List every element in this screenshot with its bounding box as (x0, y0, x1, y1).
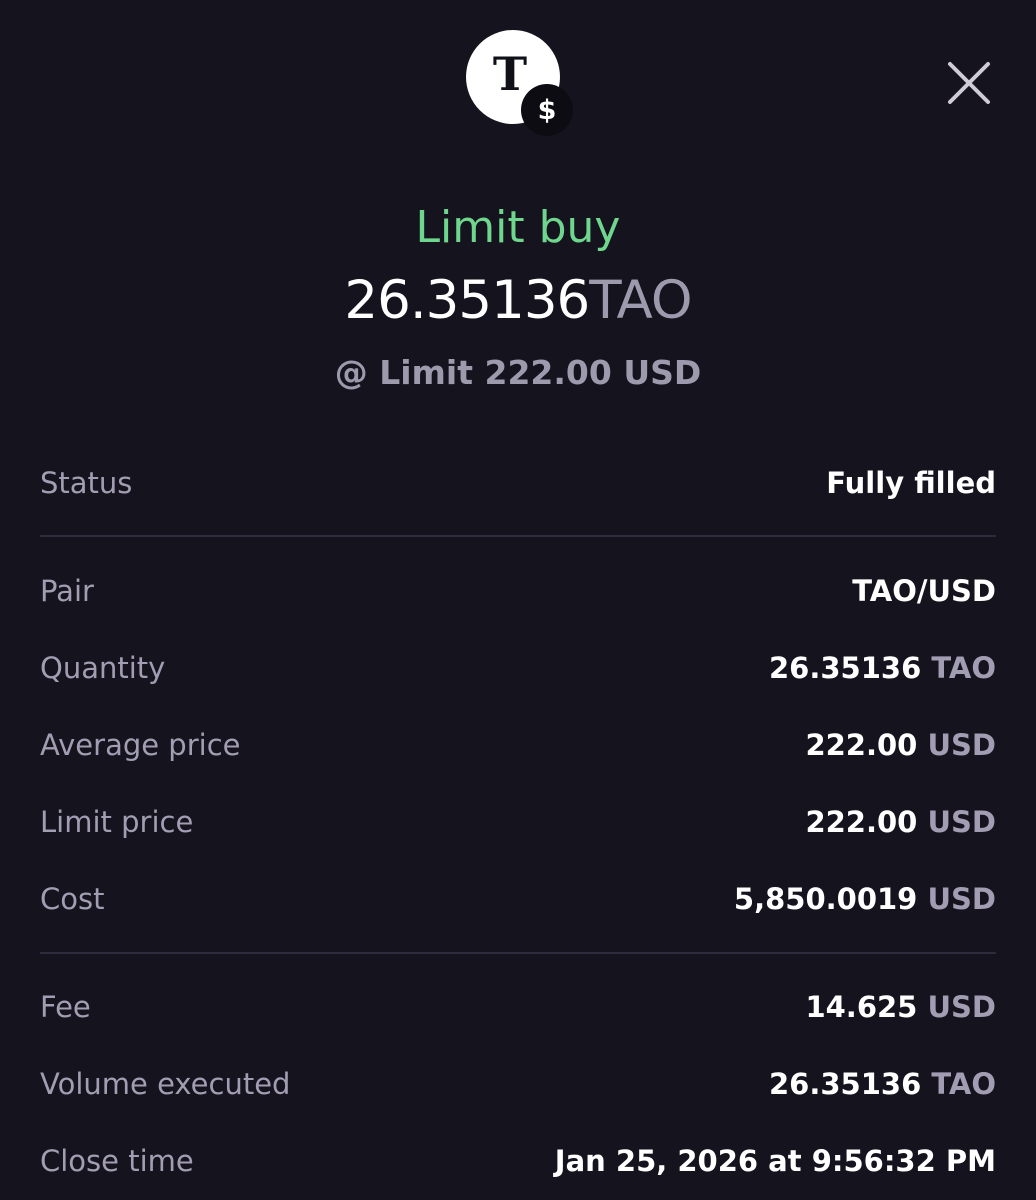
order-type-title: Limit buy (415, 202, 621, 253)
fee-value: 14.625 (805, 990, 918, 1024)
volume-executed-unit: TAO (931, 1067, 996, 1101)
cost-label: Cost (40, 882, 105, 916)
cost-value-wrap: 5,850.0019 USD (734, 882, 996, 916)
order-detail-screen: T $ Limit buy 26.35136TAO @ Limit 222.00… (0, 0, 1036, 1200)
fee-value-wrap: 14.625 USD (805, 990, 996, 1024)
volume-executed-label: Volume executed (40, 1067, 291, 1101)
pair-value: TAO/USD (852, 574, 996, 608)
close-icon[interactable] (942, 56, 996, 110)
quantity-value-wrap: 26.35136 TAO (769, 651, 996, 685)
cost-unit: USD (927, 882, 996, 916)
close-time-value: Jan 25, 2026 at 9:56:32 PM (554, 1144, 996, 1178)
close-time-row: Close time Jan 25, 2026 at 9:56:32 PM (40, 1136, 996, 1186)
close-button[interactable] (942, 56, 996, 110)
limit-price-unit: USD (927, 805, 996, 839)
volume-executed-value-wrap: 26.35136 TAO (769, 1067, 996, 1101)
quantity-unit: TAO (931, 651, 996, 685)
limit-subtitle: @ Limit 222.00 USD (334, 353, 702, 392)
fee-label: Fee (40, 990, 91, 1024)
quantity-value: 26.35136 (768, 651, 922, 685)
average-price-value: 222.00 (805, 728, 918, 762)
divider (40, 535, 996, 537)
pair-label: Pair (40, 574, 94, 608)
cost-row: Cost 5,850.0019 USD (40, 874, 996, 924)
limit-price-value-wrap: 222.00 USD (805, 805, 996, 839)
average-price-unit: USD (927, 728, 996, 762)
tao-glyph: T (492, 47, 528, 101)
pair-row: Pair TAO/USD (40, 566, 996, 616)
quantity-row: Quantity 26.35136 TAO (40, 643, 996, 693)
limit-price-value: 222.00 (805, 805, 918, 839)
dollar-glyph: $ (537, 94, 557, 126)
fee-row: Fee 14.625 USD (40, 982, 996, 1032)
volume-executed-row: Volume executed 26.35136 TAO (40, 1059, 996, 1109)
average-price-value-wrap: 222.00 USD (805, 728, 996, 762)
order-amount: 26.35136TAO (0, 268, 1036, 334)
status-value: Fully filled (826, 466, 996, 500)
divider (40, 952, 996, 954)
volume-executed-value: 26.35136 (768, 1067, 922, 1101)
limit-price-label: Limit price (40, 805, 194, 839)
limit-price-row: Limit price 222.00 USD (40, 797, 996, 847)
quantity-label: Quantity (40, 651, 166, 685)
status-row: Status Fully filled (40, 458, 996, 508)
status-label: Status (40, 466, 133, 500)
usd-badge-icon: $ (521, 84, 573, 136)
close-time-label: Close time (40, 1144, 194, 1178)
average-price-label: Average price (40, 728, 241, 762)
order-amount-unit: TAO (589, 270, 692, 331)
order-amount-value: 26.35136 (344, 270, 590, 331)
average-price-row: Average price 222.00 USD (40, 720, 996, 770)
fee-unit: USD (927, 990, 996, 1024)
cost-value: 5,850.0019 (733, 882, 918, 916)
